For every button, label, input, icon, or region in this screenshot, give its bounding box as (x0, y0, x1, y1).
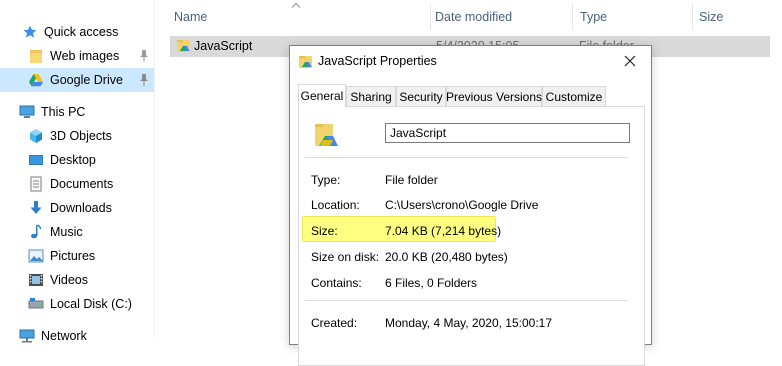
nav-label: Web images (50, 49, 120, 63)
nav-label: This PC (41, 105, 86, 119)
nav-item-desktop[interactable]: Desktop (0, 148, 154, 172)
navigation-pane: Quick access Web images Google Drive Thi… (0, 0, 155, 343)
folder-icon (28, 48, 44, 64)
nav-item-3d-objects[interactable]: 3D Objects (0, 124, 154, 148)
divider (305, 300, 628, 301)
video-icon (28, 272, 44, 288)
nav-item-web-images[interactable]: Web images (0, 44, 154, 68)
type-label: Type: (311, 173, 341, 187)
nav-item-downloads[interactable]: Downloads (0, 196, 154, 220)
desktop-icon (28, 152, 44, 168)
network-icon (19, 328, 35, 344)
nav-label: Documents (50, 177, 114, 191)
nav-item-documents[interactable]: Documents (0, 172, 154, 196)
tab-previous-versions[interactable]: Previous Versions (446, 86, 542, 106)
file-name: JavaScript (194, 39, 253, 53)
tab-general[interactable]: General (298, 84, 346, 107)
nav-item-this-pc[interactable]: This PC (0, 100, 154, 124)
document-icon (28, 176, 44, 192)
size-value: 7.04 KB (7,214 bytes) (385, 224, 502, 238)
tab-customize[interactable]: Customize (542, 86, 606, 106)
nav-label: Local Disk (C:) (50, 297, 132, 311)
google-drive-icon (28, 72, 44, 88)
nav-item-videos[interactable]: Videos (0, 268, 154, 292)
size-on-disk-value: 20.0 KB (20,480 bytes) (385, 250, 508, 264)
column-name[interactable]: Name (160, 0, 430, 33)
nav-item-music[interactable]: Music (0, 220, 154, 244)
nav-label: Desktop (50, 153, 96, 167)
nav-label: Videos (50, 273, 88, 287)
nav-label: 3D Objects (50, 129, 112, 143)
nav-label: Music (50, 225, 83, 239)
nav-label: Network (41, 329, 87, 343)
created-value: Monday, 4 May, 2020, 15:00:17 (385, 316, 552, 330)
nav-item-local-disk[interactable]: Local Disk (C:) (0, 292, 154, 316)
type-value: File folder (385, 173, 438, 187)
location-label: Location: (311, 198, 360, 212)
properties-dialog: JavaScript Properties General Sharing Se… (289, 45, 652, 366)
computer-icon (19, 104, 35, 120)
folder-name-input[interactable] (385, 123, 630, 143)
picture-icon (28, 248, 44, 264)
location-value: C:\Users\crono\Google Drive (385, 198, 539, 212)
column-type[interactable]: Type (566, 0, 686, 33)
nav-label: Quick access (44, 25, 119, 39)
dialog-title: JavaScript Properties (318, 54, 437, 68)
shared-folder-icon (299, 56, 312, 68)
music-icon (28, 224, 44, 240)
download-icon (28, 200, 44, 216)
created-label: Created: (311, 316, 358, 330)
pin-icon[interactable] (138, 49, 150, 63)
disk-icon (28, 296, 44, 312)
star-icon (22, 24, 38, 40)
nav-label: Google Drive (50, 73, 123, 87)
large-shared-folder-icon (315, 124, 338, 146)
column-size[interactable]: Size (685, 0, 775, 33)
size-label: Size: (311, 224, 338, 238)
divider (305, 157, 628, 158)
contains-value: 6 Files, 0 Folders (385, 276, 478, 290)
nav-item-quick-access[interactable]: Quick access (0, 20, 154, 44)
pin-icon[interactable] (138, 73, 150, 87)
contains-label: Contains: (311, 276, 362, 290)
nav-item-network[interactable]: Network (0, 324, 154, 348)
tab-sharing[interactable]: Sharing (346, 86, 396, 106)
nav-item-google-drive[interactable]: Google Drive (0, 68, 154, 92)
cube-icon (28, 128, 44, 144)
tab-security[interactable]: Security (396, 86, 446, 106)
close-icon[interactable] (621, 52, 639, 70)
shared-folder-icon (177, 40, 190, 52)
nav-label: Pictures (50, 249, 96, 263)
nav-label: Downloads (50, 201, 112, 215)
column-date-modified[interactable]: Date modified (421, 0, 561, 33)
column-header-bar: Name Date modified Type Size (160, 0, 782, 33)
size-on-disk-label: Size on disk: (311, 250, 380, 264)
nav-item-pictures[interactable]: Pictures (0, 244, 154, 268)
